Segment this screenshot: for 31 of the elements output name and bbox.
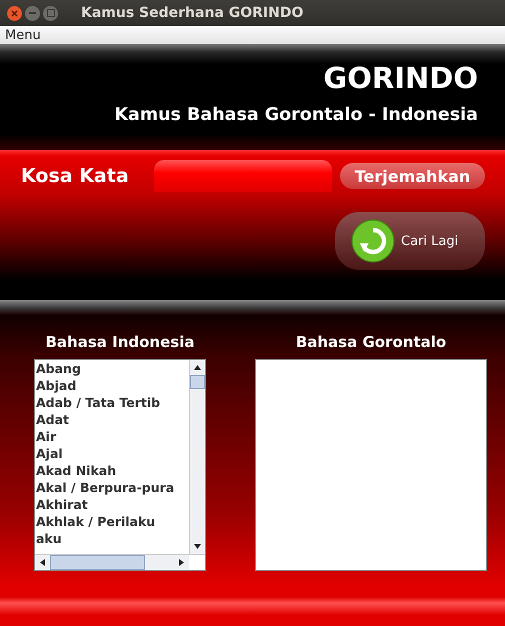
vertical-scrollbar[interactable] xyxy=(189,360,205,554)
close-icon[interactable] xyxy=(7,6,22,20)
app-title: GORINDO xyxy=(323,61,478,95)
list-item[interactable]: Akal / Berpura-pura xyxy=(36,479,189,496)
list-item[interactable]: Adat xyxy=(36,411,189,428)
translate-button[interactable]: Terjemahkan xyxy=(340,163,485,189)
app-subtitle: Kamus Bahasa Gorontalo - Indonesia xyxy=(114,105,478,125)
scrollbar-thumb[interactable] xyxy=(50,555,145,570)
list-item[interactable]: Akad Nikah xyxy=(36,462,189,479)
minimize-icon[interactable] xyxy=(25,6,40,20)
list-item[interactable]: Abjad xyxy=(36,377,189,394)
column-heading: Bahasa Indonesia xyxy=(46,332,194,353)
menu-item[interactable]: Menu xyxy=(5,28,41,42)
list-item[interactable]: Adab / Tata Tertib xyxy=(36,394,189,411)
list-item[interactable]: aku xyxy=(36,530,189,547)
scrollbar-thumb[interactable] xyxy=(190,375,205,389)
list-item[interactable]: Akhlak / Perilaku xyxy=(36,513,189,530)
word-label: Kosa Kata xyxy=(21,165,130,187)
word-list[interactable]: Abang Abjad Adab / Tata Tertib Adat Air Ajal Akad Nikah Akal / Berpura-pura Akhirat Akhlak / Perilaku aku xyxy=(34,359,206,571)
word-input-field[interactable] xyxy=(154,160,332,192)
list-item[interactable]: Air xyxy=(36,428,189,445)
scrollbar-corner xyxy=(189,555,205,570)
refresh-icon xyxy=(351,219,395,263)
search-again-button[interactable]: Cari Lagi xyxy=(335,212,485,270)
list-item[interactable]: Akhirat xyxy=(36,496,189,513)
list-item[interactable]: Abang xyxy=(36,360,189,377)
maximize-icon[interactable] xyxy=(43,6,58,20)
list-item[interactable]: Ajal xyxy=(36,445,189,462)
window-title: Kamus Sederhana GORINDO xyxy=(81,5,304,21)
horizontal-scrollbar[interactable] xyxy=(35,554,205,570)
column-heading: Bahasa Gorontalo xyxy=(296,332,446,353)
